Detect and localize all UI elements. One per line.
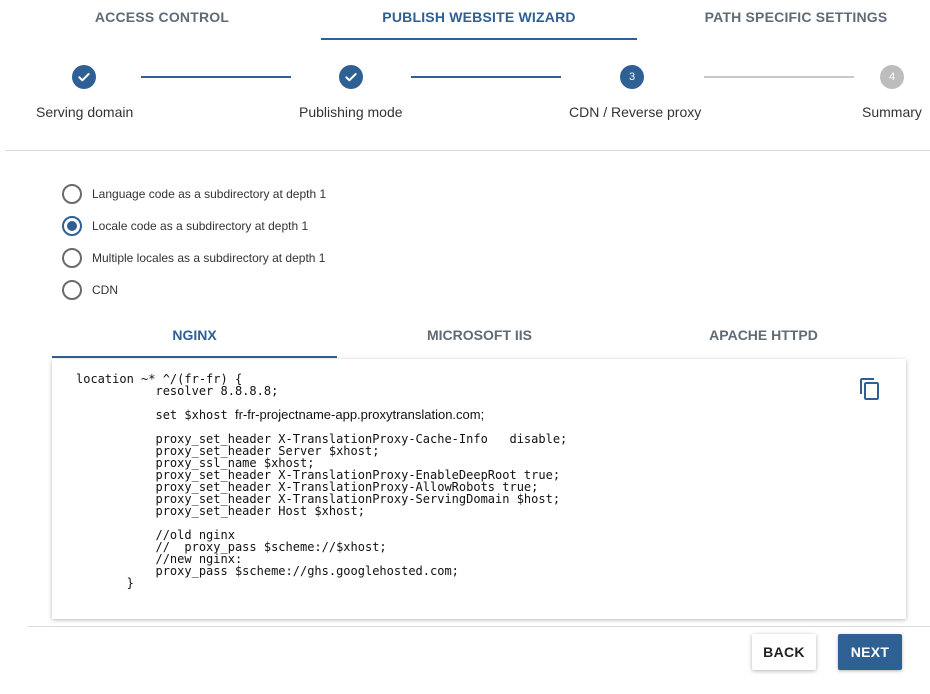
tab-microsoft-iis[interactable]: MICROSOFT IIS	[337, 318, 622, 358]
step-2-label: Publishing mode	[299, 104, 403, 120]
code-line: proxy_set_header Host $xhost;	[76, 504, 365, 518]
radio-locale-code[interactable]: Locale code as a subdirectory at depth 1	[60, 214, 308, 238]
step-1-label: Serving domain	[36, 104, 134, 120]
wizard-stepper: Serving domain Publishing mode 3 CDN / R…	[0, 50, 930, 150]
active-tab-indicator	[321, 38, 637, 40]
code-line: }	[76, 576, 134, 590]
check-icon	[345, 73, 357, 82]
top-tab-bar: ACCESS CONTROL PUBLISH WEBSITE WIZARD PA…	[0, 0, 930, 42]
radio-label: Locale code as a subdirectory at depth 1	[92, 219, 309, 233]
radio-label: Multiple locales as a subdirectory at de…	[92, 251, 326, 265]
step-4-number[interactable]: 4	[880, 65, 904, 89]
stepper-divider	[5, 150, 930, 151]
step-1-check-icon[interactable]	[72, 65, 96, 89]
step-2-check-icon[interactable]	[339, 65, 363, 89]
radio-label: Language code as a subdirectory at depth…	[92, 187, 327, 201]
radio-button-selected[interactable]	[62, 216, 82, 236]
step-connector-2	[411, 76, 561, 78]
next-button[interactable]: NEXT	[838, 634, 902, 670]
tab-access-control[interactable]: ACCESS CONTROL	[42, 0, 282, 40]
server-type-tab-bar: NGINX MICROSOFT IIS APACHE HTTPD	[52, 318, 906, 358]
proxy-host: fr-fr-projectname-app.proxytranslation.c…	[234, 407, 485, 422]
tab-apache-httpd[interactable]: APACHE HTTPD	[621, 318, 906, 358]
code-line: set $xhost fr-fr-projectname-app.proxytr…	[76, 408, 484, 422]
tab-nginx[interactable]: NGINX	[52, 318, 337, 358]
radio-multiple-locales[interactable]: Multiple locales as a subdirectory at de…	[60, 246, 325, 270]
active-code-tab-indicator	[52, 356, 337, 358]
radio-button[interactable]	[62, 280, 82, 300]
radio-button[interactable]	[62, 248, 82, 268]
step-3-number[interactable]: 3	[620, 65, 644, 89]
config-code-panel: location ~* ^/(fr-fr) { resolver 8.8.8.8…	[52, 359, 906, 619]
step-connector-1	[141, 76, 291, 78]
copy-icon[interactable]	[858, 377, 882, 401]
step-3-label: CDN / Reverse proxy	[569, 104, 702, 120]
radio-cdn[interactable]: CDN	[60, 278, 118, 302]
back-button[interactable]: BACK	[752, 634, 816, 670]
step-4-label: Summary	[862, 104, 922, 120]
radio-button[interactable]	[62, 184, 82, 204]
code-line-prefix: set $xhost	[76, 408, 235, 422]
footer-divider	[28, 626, 930, 627]
radio-language-code[interactable]: Language code as a subdirectory at depth…	[60, 182, 326, 206]
tab-path-specific-settings[interactable]: PATH SPECIFIC SETTINGS	[676, 0, 916, 40]
tab-publish-website-wizard[interactable]: PUBLISH WEBSITE WIZARD	[321, 0, 637, 40]
step-connector-3	[704, 76, 854, 78]
check-icon	[78, 73, 90, 82]
radio-label: CDN	[92, 283, 118, 297]
code-line: resolver 8.8.8.8;	[76, 384, 279, 398]
config-code-block[interactable]: location ~* ^/(fr-fr) { resolver 8.8.8.8…	[76, 373, 567, 589]
